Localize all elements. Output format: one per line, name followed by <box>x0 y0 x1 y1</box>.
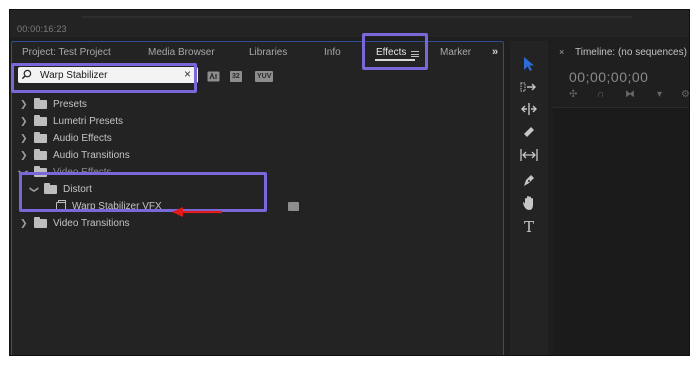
tab-effects[interactable]: Effects <box>376 47 406 58</box>
tree-item-label: Video Transitions <box>53 218 130 229</box>
folder-icon <box>44 183 57 194</box>
timeline-body <box>553 108 689 355</box>
tab-libraries[interactable]: Libraries <box>249 47 287 58</box>
arrow-annotation-icon <box>172 207 222 217</box>
folder-icon <box>34 132 47 143</box>
chevron-down-icon[interactable]: ❯ <box>28 186 39 194</box>
folder-icon <box>34 115 47 126</box>
search-icon <box>21 69 32 80</box>
tree-item-label: Distort <box>63 184 92 195</box>
timeline-panel: × Timeline: (no sequences) 00;00;00;00 ✣… <box>553 41 689 355</box>
chevron-right-icon[interactable]: ❯ <box>20 218 28 229</box>
tab-marker[interactable]: Marker <box>440 47 471 58</box>
accelerated-effect-icon <box>288 202 299 211</box>
chevron-right-icon[interactable]: ❯ <box>20 99 28 110</box>
tree-item-lumetri-presets[interactable]: ❯ Lumetri Presets <box>12 114 503 130</box>
chevron-right-icon[interactable]: ❯ <box>20 150 28 161</box>
snap-icon[interactable]: ✣ <box>569 89 577 100</box>
folder-icon <box>34 149 47 160</box>
tab-overflow-icon[interactable]: » <box>492 46 498 58</box>
timeline-tab-title[interactable]: Timeline: (no sequences) <box>575 47 687 58</box>
effects-panel: Project: Test Project Media Browser Libr… <box>11 41 504 355</box>
arrow-pointer-icon <box>524 57 534 71</box>
active-tab-indicator <box>375 59 415 61</box>
timeline-timecode[interactable]: 00;00;00;00 <box>569 69 648 85</box>
add-marker-icon[interactable]: ▾ <box>657 89 662 100</box>
settings-icon[interactable]: ⚙ <box>681 89 689 100</box>
tree-item-video-effects[interactable]: ❯ Video Effects <box>12 165 503 181</box>
yuv-filter-badge[interactable]: YUV <box>255 71 274 82</box>
folder-icon <box>34 166 47 177</box>
timeline-toolbar: ✣ ∩ ⧓ ▾ ⚙ <box>569 89 689 103</box>
type-tool[interactable]: T <box>518 217 540 237</box>
slip-tool[interactable] <box>518 145 540 165</box>
clear-search-icon[interactable]: × <box>184 67 191 81</box>
tree-item-presets[interactable]: ❯ Presets <box>12 97 503 113</box>
program-monitor-strip: 00:00:16:23 <box>10 10 689 37</box>
razor-tool[interactable] <box>518 122 540 142</box>
tree-item-label: Audio Effects <box>53 133 112 144</box>
hand-icon <box>523 196 533 210</box>
tree-item-label: Presets <box>53 99 87 110</box>
folder-icon <box>34 98 47 109</box>
selection-tool[interactable] <box>518 54 540 74</box>
tree-item-warp-stabilizer-vfx[interactable]: Warp Stabilizer VFX <box>12 199 503 215</box>
linked-selection-icon[interactable]: ⧓ <box>625 89 635 100</box>
tree-item-audio-transitions[interactable]: ❯ Audio Transitions <box>12 148 503 164</box>
search-row: × 32 YUV <box>12 65 503 89</box>
chevron-right-icon[interactable]: ❯ <box>20 133 28 144</box>
search-input[interactable] <box>40 68 180 82</box>
32-bit-filter-badge[interactable]: 32 <box>230 71 242 82</box>
tree-item-label: Lumetri Presets <box>53 116 124 127</box>
tree-item-label: Audio Transitions <box>53 150 130 161</box>
folder-icon <box>34 217 47 228</box>
chevron-down-icon[interactable]: ❯ <box>17 169 28 177</box>
scrub-bar[interactable] <box>82 16 632 18</box>
app-window: 00:00:16:23 Project: Test Project Media … <box>9 9 690 356</box>
search-box[interactable]: × <box>18 67 198 83</box>
pen-tool[interactable] <box>518 170 540 190</box>
chevron-right-icon[interactable]: ❯ <box>20 116 28 127</box>
slip-icon <box>520 149 538 161</box>
tree-item-label: Video Effects <box>53 167 112 178</box>
panel-menu-icon[interactable] <box>411 51 419 58</box>
panel-tab-bar: Project: Test Project Media Browser Libr… <box>12 42 503 64</box>
ripple-edit-tool[interactable] <box>518 99 540 119</box>
tree-item-label: Warp Stabilizer VFX <box>72 201 162 212</box>
effect-icon <box>56 200 66 211</box>
tree-item-distort[interactable]: ❯ Distort <box>12 182 503 198</box>
tree-item-video-transitions[interactable]: ❯ Video Transitions <box>12 216 503 232</box>
tab-project[interactable]: Project: Test Project <box>22 47 111 58</box>
pen-icon <box>524 174 534 186</box>
tools-panel: T <box>510 41 548 355</box>
hand-tool[interactable] <box>518 193 540 213</box>
magnet-icon[interactable]: ∩ <box>597 89 604 100</box>
tab-info[interactable]: Info <box>324 47 341 58</box>
type-icon: T <box>523 218 534 236</box>
playhead-timecode: 00:00:16:23 <box>17 24 67 34</box>
close-icon[interactable]: × <box>559 47 564 57</box>
track-select-tool[interactable] <box>518 77 540 97</box>
accelerated-effects-filter-icon[interactable] <box>207 71 220 82</box>
tab-media-browser[interactable]: Media Browser <box>148 47 215 58</box>
track-select-icon <box>520 82 536 92</box>
ripple-edit-icon <box>521 103 537 115</box>
tree-item-audio-effects[interactable]: ❯ Audio Effects <box>12 131 503 147</box>
razor-icon <box>524 127 534 137</box>
